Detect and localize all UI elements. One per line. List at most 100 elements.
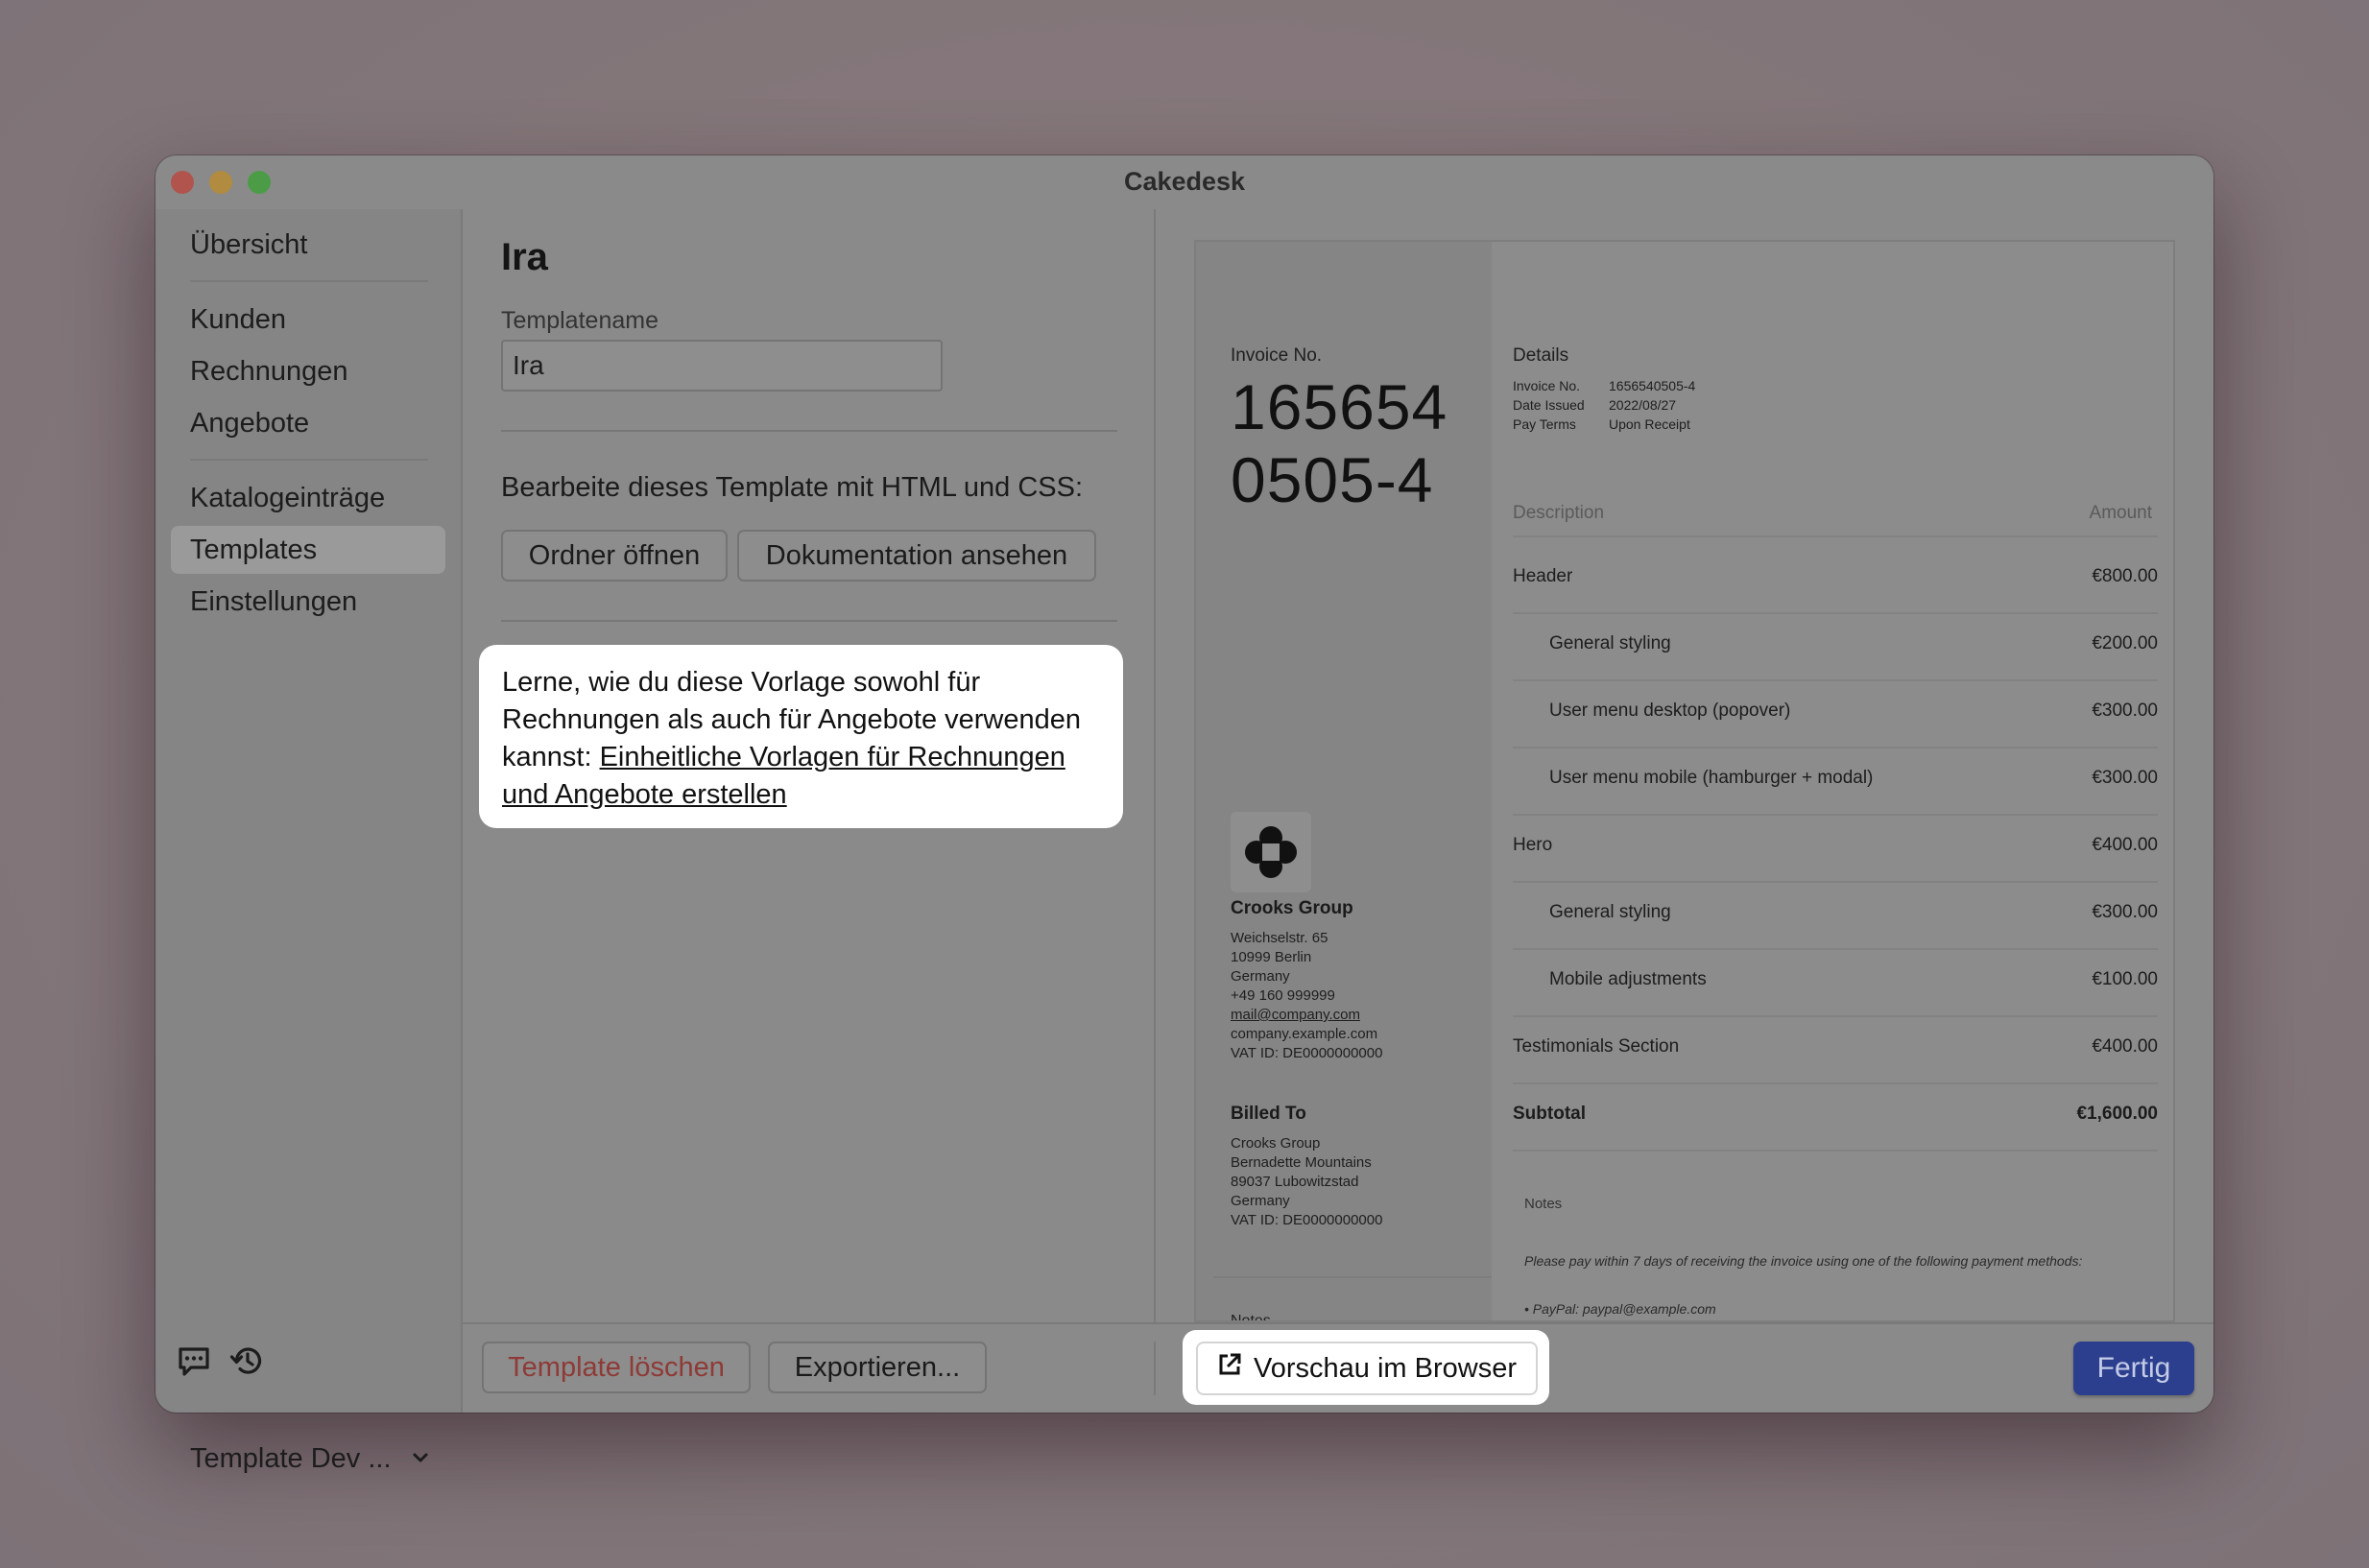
- delete-template-button[interactable]: Template löschen: [482, 1342, 751, 1393]
- preview-in-browser-label: Vorschau im Browser: [1254, 1352, 1517, 1384]
- divider: [501, 620, 1117, 622]
- line-item-description: User menu desktop (popover): [1549, 701, 1791, 721]
- invoice-number-line-2: 0505-4: [1231, 444, 1434, 515]
- divider: [501, 430, 1117, 432]
- line-item-amount: €200.00: [2092, 633, 2158, 653]
- subtotal-row: Subtotal €1,600.00: [1513, 1082, 2158, 1152]
- notes-label: Notes: [1524, 1196, 1563, 1212]
- details-terms-value: Upon Receipt: [1609, 416, 1690, 432]
- company-website: company.example.com: [1231, 1026, 1378, 1042]
- sidebar-item-catalog[interactable]: Katalogeinträge: [171, 474, 445, 522]
- workspace-selector-label: Template Dev ...: [190, 1443, 392, 1474]
- subtotal-label: Subtotal: [1513, 1104, 1586, 1124]
- feedback-chat-icon[interactable]: [175, 1342, 213, 1380]
- divider: [1513, 535, 2158, 537]
- line-item-description: Header: [1513, 566, 1573, 586]
- billed-to-name: Crooks Group: [1231, 1135, 1321, 1152]
- chevron-down-icon: [411, 1432, 430, 1504]
- line-item-description: Testimonials Section: [1513, 1036, 1680, 1057]
- invoice-number-label: Invoice No.: [1231, 345, 1323, 366]
- line-item-description: General styling: [1549, 633, 1671, 653]
- external-link-icon: [1217, 1352, 1242, 1385]
- line-item-row: Hero €400.00: [1513, 814, 2158, 883]
- left-notes-label: Notes: [1231, 1313, 1271, 1322]
- divider: [1213, 1276, 1492, 1278]
- billed-to-address: Crooks Group Bernadette Mountains 89037 …: [1231, 1134, 1382, 1230]
- window-title: Cakedesk: [1123, 167, 1246, 196]
- export-button[interactable]: Exportieren...: [768, 1342, 987, 1393]
- history-icon[interactable]: [228, 1342, 267, 1380]
- billed-to-label: Billed To: [1231, 1104, 1306, 1124]
- company-city: 10999 Berlin: [1231, 949, 1312, 965]
- line-item-row: Mobile adjustments €100.00: [1513, 948, 2158, 1017]
- sidebar-item-settings[interactable]: Einstellungen: [171, 578, 445, 626]
- template-name-input[interactable]: [501, 340, 943, 392]
- amount-column-header: Amount: [2089, 503, 2152, 523]
- done-button[interactable]: Fertig: [2073, 1342, 2194, 1395]
- invoice-sidebar: Invoice No. 165654 0505-4 Crooks Group W…: [1196, 242, 1492, 1320]
- notes-bullet-text: PayPal: paypal@example.com: [1532, 1301, 1716, 1317]
- notes-text: Please pay within 7 days of receiving th…: [1524, 1253, 2083, 1269]
- company-address: Weichselstr. 65 10999 Berlin Germany +49…: [1231, 929, 1382, 1063]
- line-item-amount: €300.00: [2092, 902, 2158, 922]
- company-email-link[interactable]: mail@company.com: [1231, 1006, 1382, 1025]
- notes-bullet: • PayPal: paypal@example.com: [1524, 1301, 1716, 1317]
- invoice-preview: Invoice No. 165654 0505-4 Crooks Group W…: [1194, 240, 2175, 1322]
- workspace-selector[interactable]: Template Dev ...: [171, 1432, 445, 1485]
- line-item-row: Testimonials Section €400.00: [1513, 1015, 2158, 1084]
- line-item-description: Hero: [1513, 835, 1553, 855]
- details-table: Invoice No. 1656540505-4 Date Issued 2022/…: [1513, 376, 1695, 434]
- invoice-number-line-1: 165654: [1231, 371, 1448, 442]
- view-docs-button[interactable]: Dokumentation ansehen: [737, 530, 1096, 582]
- company-phone: +49 160 999999: [1231, 987, 1335, 1004]
- details-date-value: 2022/08/27: [1609, 397, 1677, 413]
- line-item-amount: €100.00: [2092, 969, 2158, 989]
- line-item-amount: €300.00: [2092, 701, 2158, 721]
- sidebar-item-quotes[interactable]: Angebote: [171, 399, 445, 447]
- line-item-description: General styling: [1549, 902, 1671, 922]
- company-vat: VAT ID: DE0000000000: [1231, 1045, 1383, 1061]
- app-window: Cakedesk Übersicht Kunden Rechnungen Ang…: [156, 155, 2213, 1413]
- details-date-key: Date Issued: [1513, 397, 1585, 413]
- sidebar-divider: [190, 280, 428, 282]
- toolbar-divider: [1154, 1342, 1156, 1395]
- preview-in-browser-button[interactable]: Vorschau im Browser: [1196, 1342, 1538, 1395]
- sidebar-item-templates[interactable]: Templates: [171, 526, 445, 574]
- billed-to-city: 89037 Lubowitzstad: [1231, 1174, 1359, 1190]
- line-item-amount: €800.00: [2092, 566, 2158, 586]
- line-item-description: Mobile adjustments: [1549, 969, 1707, 989]
- description-column-header: Description: [1513, 503, 1605, 523]
- invoice-main: Details Invoice No. 1656540505-4 Date Iss…: [1492, 242, 2173, 1320]
- company-country: Germany: [1231, 968, 1290, 985]
- billed-to-street: Bernadette Mountains: [1231, 1154, 1372, 1171]
- edit-instructions: Bearbeite dieses Template mit HTML und C…: [501, 472, 1084, 503]
- details-invoice-no-key: Invoice No.: [1513, 378, 1581, 393]
- template-name-label: Templatename: [501, 307, 658, 334]
- line-item-description: User menu mobile (hamburger + modal): [1549, 768, 1874, 788]
- billed-to-country: Germany: [1231, 1193, 1290, 1209]
- details-invoice-no-value: 1656540505-4: [1609, 378, 1696, 393]
- line-item-amount: €400.00: [2092, 1036, 2158, 1057]
- line-item-row: General styling €300.00: [1513, 881, 2158, 950]
- company-street: Weichselstr. 65: [1231, 930, 1328, 946]
- invoice-number: 165654 0505-4: [1231, 370, 1448, 516]
- line-item-row: Header €800.00: [1513, 545, 2158, 614]
- subtotal-value: €1,600.00: [2076, 1104, 2158, 1124]
- template-help-callout: Lerne, wie du diese Vorlage sowohl für R…: [479, 645, 1123, 828]
- line-item-row: User menu desktop (popover) €300.00: [1513, 679, 2158, 748]
- open-folder-button[interactable]: Ordner öffnen: [501, 530, 728, 582]
- sidebar-item-overview[interactable]: Übersicht: [171, 221, 445, 269]
- page-title: Ira: [501, 236, 548, 278]
- line-item-amount: €400.00: [2092, 835, 2158, 855]
- sidebar-item-customers[interactable]: Kunden: [171, 296, 445, 344]
- company-name: Crooks Group: [1231, 898, 1353, 918]
- details-terms-key: Pay Terms: [1513, 416, 1576, 432]
- sidebar: Übersicht Kunden Rechnungen Angebote Kat…: [156, 209, 463, 1413]
- sidebar-divider: [190, 459, 428, 461]
- line-item-row: General styling €200.00: [1513, 612, 2158, 681]
- billed-to-vat: VAT ID: DE0000000000: [1231, 1212, 1383, 1228]
- company-logo-icon: [1231, 812, 1311, 892]
- sidebar-item-invoices[interactable]: Rechnungen: [171, 347, 445, 395]
- line-item-amount: €300.00: [2092, 768, 2158, 788]
- details-label: Details: [1513, 345, 1569, 366]
